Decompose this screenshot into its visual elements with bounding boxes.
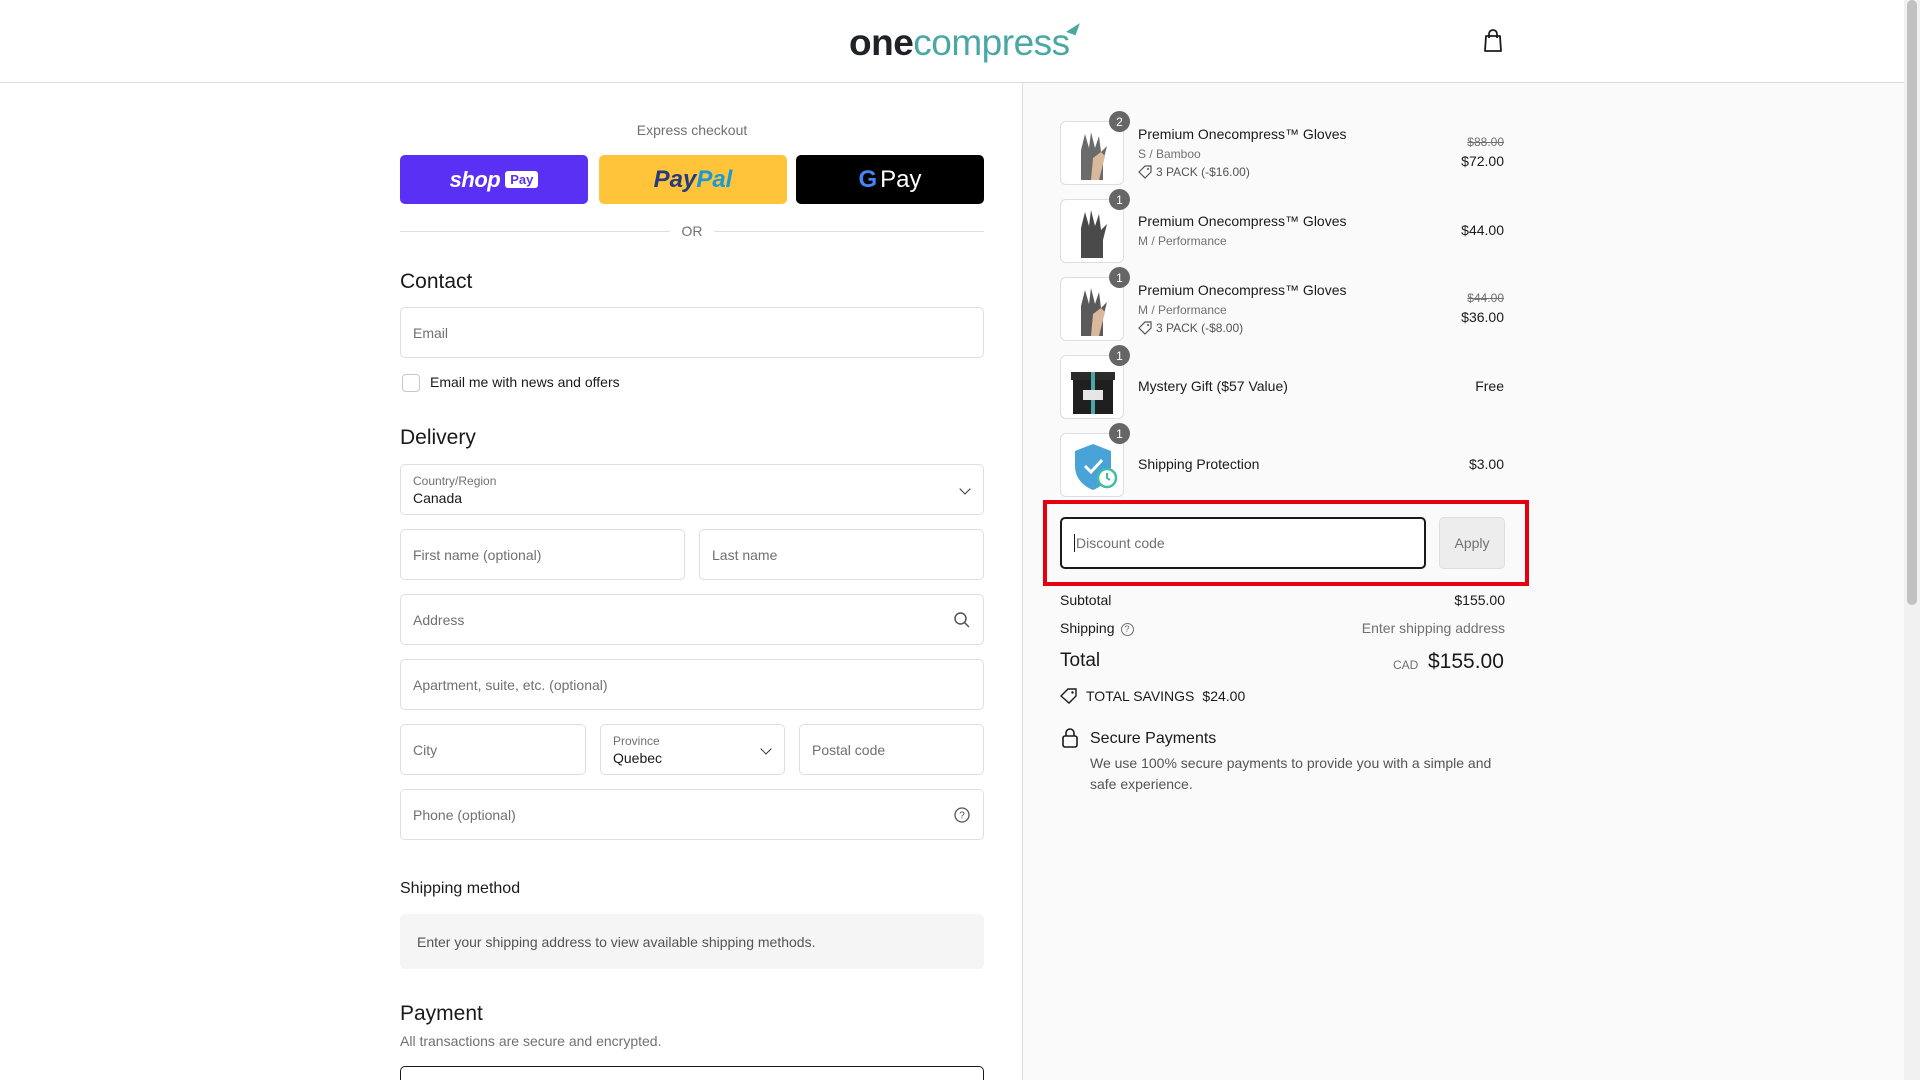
quantity-badge: 1: [1109, 267, 1130, 288]
subtotal-value: $155.00: [1454, 592, 1505, 608]
google-pay-button[interactable]: G Pay: [796, 155, 984, 204]
help-icon[interactable]: ?: [953, 806, 971, 824]
cart-item: 1 Shipping Protection $3.00: [1060, 423, 1504, 497]
item-price: $72.00: [1461, 153, 1504, 169]
shopping-bag-icon[interactable]: [1482, 29, 1504, 53]
shop-pay-button[interactable]: shop Pay: [400, 155, 588, 204]
total-savings: TOTAL SAVINGS $24.00: [1060, 688, 1245, 704]
province-select[interactable]: Province Quebec: [600, 724, 785, 775]
subtotal-row: Subtotal $155.00: [1060, 592, 1505, 608]
phone-field[interactable]: Phone (optional) ?: [400, 789, 984, 840]
item-variant: S / Bamboo: [1138, 147, 1201, 161]
apply-button[interactable]: Apply: [1439, 517, 1505, 569]
country-select[interactable]: Country/Region Canada: [400, 464, 984, 515]
item-discount: 3 PACK (-$16.00): [1138, 165, 1250, 179]
tag-icon: [1138, 321, 1152, 335]
postal-code-field[interactable]: Postal code: [799, 724, 984, 775]
quantity-badge: 1: [1109, 189, 1130, 210]
item-price: $44.00: [1461, 222, 1504, 238]
cart-item: 1 Premium Onecompress™ Gloves M / Perfor…: [1060, 267, 1504, 341]
discount-code-input[interactable]: Discount code: [1060, 517, 1426, 569]
item-original-price: $88.00: [1467, 135, 1504, 149]
item-variant: M / Performance: [1138, 234, 1227, 248]
or-divider-text: OR: [670, 223, 714, 239]
item-discount: 3 PACK (-$8.00): [1138, 321, 1243, 335]
chevron-down-icon: [959, 483, 971, 495]
scrollbar[interactable]: [1904, 0, 1920, 1080]
contact-title: Contact: [400, 270, 473, 293]
address-field[interactable]: Address: [400, 594, 984, 645]
item-price: $36.00: [1461, 309, 1504, 325]
tag-icon: [1138, 165, 1152, 179]
paypal-button[interactable]: Pay Pal: [599, 155, 787, 204]
quantity-badge: 1: [1109, 423, 1130, 444]
shipping-method-info: Enter your shipping address to view avai…: [400, 914, 984, 969]
total-currency: CAD: [1393, 658, 1419, 672]
delivery-title: Delivery: [400, 426, 476, 449]
total-label: Total: [1060, 650, 1101, 671]
cart-item: 1 Mystery Gift ($57 Value) Free: [1060, 345, 1504, 419]
quantity-badge: 2: [1109, 111, 1130, 132]
item-name: Shipping Protection: [1138, 456, 1260, 472]
item-original-price: $44.00: [1467, 291, 1504, 305]
tag-icon: [1060, 688, 1077, 704]
shipping-method-title: Shipping method: [400, 880, 521, 897]
search-icon: [954, 612, 970, 628]
last-name-field[interactable]: Last name: [699, 529, 984, 580]
svg-text:?: ?: [959, 811, 965, 822]
shipping-row: Shipping? Enter shipping address: [1060, 620, 1505, 636]
cart-item: 1 Premium Onecompress™ Gloves M / Perfor…: [1060, 189, 1504, 263]
secure-payments-text: We use 100% secure payments to provide y…: [1090, 755, 1492, 792]
item-name: Premium Onecompress™ Gloves: [1138, 126, 1347, 142]
item-name: Mystery Gift ($57 Value): [1138, 378, 1288, 394]
payment-method-box[interactable]: [400, 1066, 984, 1080]
item-price: $3.00: [1468, 456, 1504, 472]
cart-item: 2 Premium Onecompress™ Gloves S / Bamboo…: [1060, 111, 1504, 185]
shipping-value: Enter shipping address: [1361, 620, 1505, 636]
first-name-field[interactable]: First name (optional): [400, 529, 685, 580]
help-icon[interactable]: ?: [1120, 622, 1134, 636]
item-name: Premium Onecompress™ Gloves: [1138, 213, 1347, 229]
header: onecompress: [0, 0, 1904, 83]
scrollbar-thumb[interactable]: [1907, 0, 1917, 605]
lock-icon: [1062, 728, 1078, 748]
onecompress-logo[interactable]: onecompress: [849, 19, 1080, 64]
city-field[interactable]: City: [400, 724, 586, 775]
newsletter-checkbox[interactable]: [402, 374, 420, 392]
item-price: Free: [1475, 378, 1504, 394]
chevron-down-icon: [760, 743, 772, 755]
payment-title: Payment: [400, 1002, 483, 1025]
item-variant: M / Performance: [1138, 303, 1227, 317]
email-field[interactable]: Email: [400, 307, 984, 358]
item-name: Premium Onecompress™ Gloves: [1138, 282, 1347, 298]
payment-subtitle: All transactions are secure and encrypte…: [400, 1033, 662, 1049]
secure-payments-title: Secure Payments: [1090, 730, 1217, 747]
total-value: $155.00: [1428, 650, 1504, 673]
express-checkout-title: Express checkout: [636, 122, 748, 138]
apartment-field[interactable]: Apartment, suite, etc. (optional): [400, 659, 984, 710]
quantity-badge: 1: [1109, 345, 1130, 366]
newsletter-label: Email me with news and offers: [430, 374, 620, 390]
